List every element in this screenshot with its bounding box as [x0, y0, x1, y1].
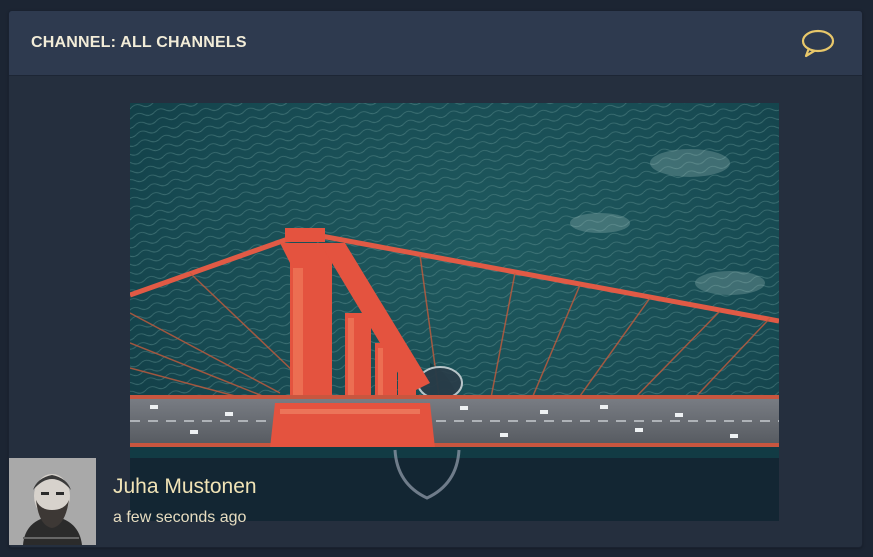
channel-panel: CHANNEL: ALL CHANNELS Juha Mustonen a fe…	[9, 11, 862, 547]
user-avatar[interactable]	[9, 458, 96, 545]
panel-header: CHANNEL: ALL CHANNELS	[9, 11, 862, 76]
post-author[interactable]: Juha Mustonen	[113, 475, 257, 499]
shield-icon	[393, 449, 461, 500]
speech-bubble-icon	[801, 29, 835, 58]
chat-button[interactable]	[800, 29, 836, 59]
channel-title: CHANNEL: ALL CHANNELS	[31, 34, 247, 51]
user-avatar-icon	[9, 458, 96, 545]
post-timestamp: a few seconds ago	[113, 509, 247, 526]
